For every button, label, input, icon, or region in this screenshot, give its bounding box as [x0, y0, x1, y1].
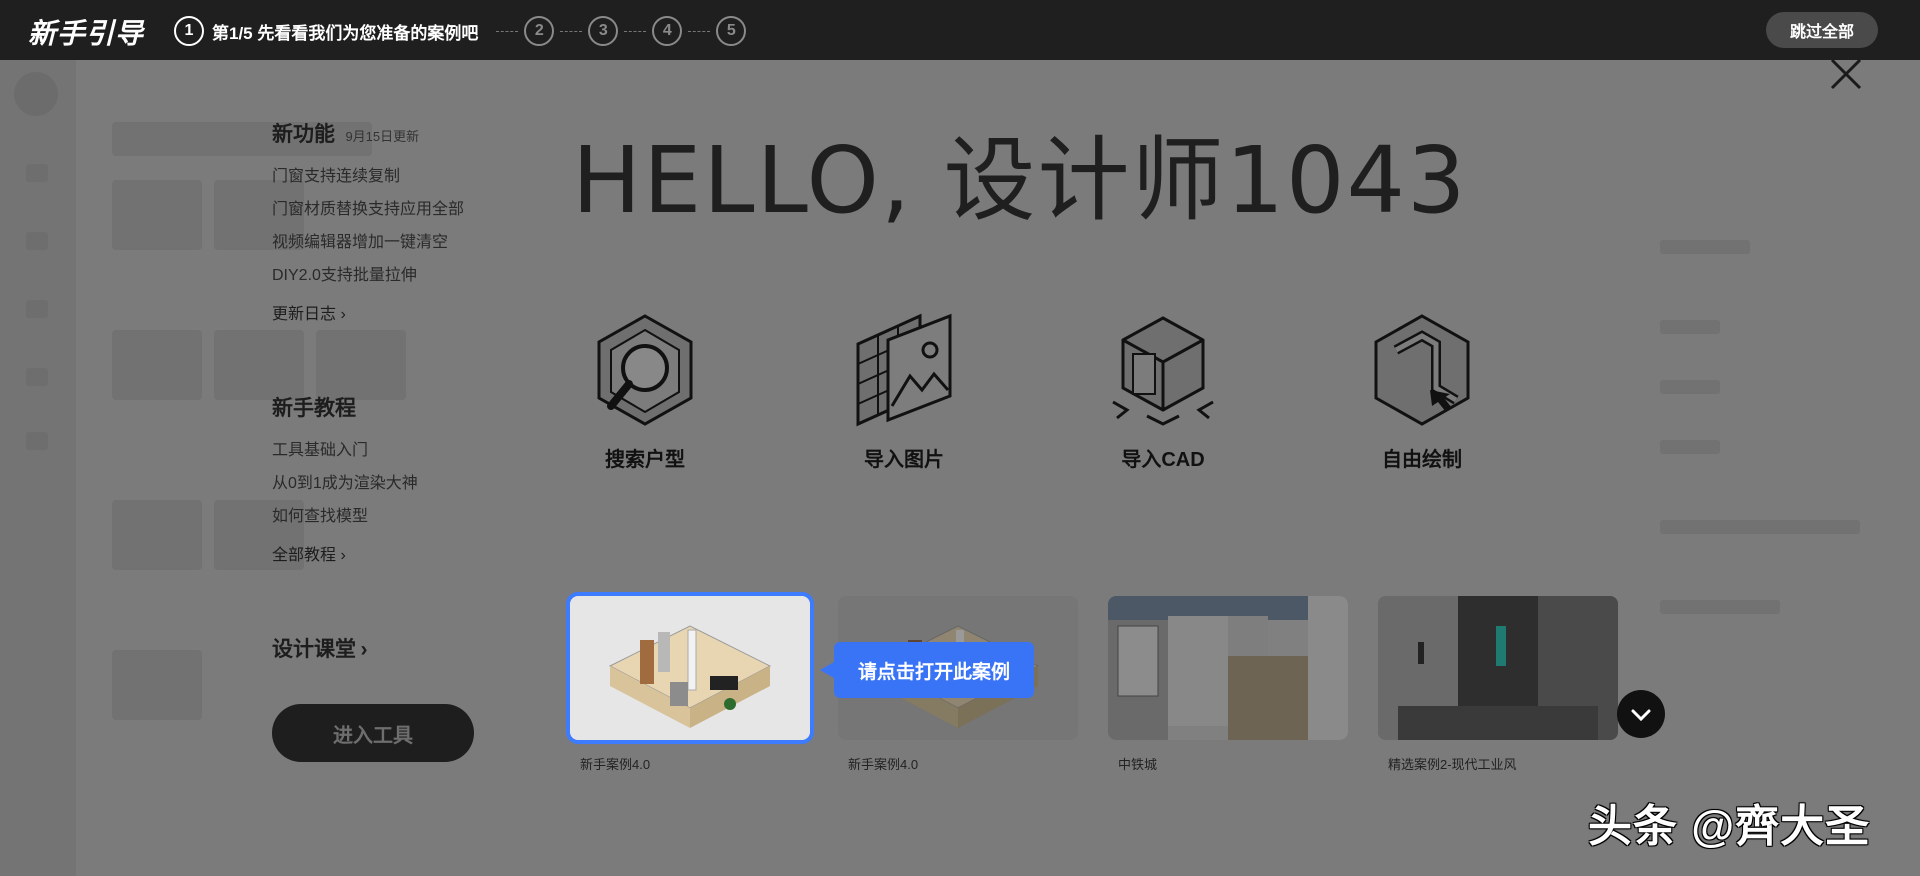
skip-all-button[interactable]: 跳过全部 — [1766, 12, 1878, 48]
tutorial-link[interactable]: 如何查找模型 — [272, 500, 502, 533]
case-card[interactable]: 中铁城 — [1108, 596, 1348, 773]
design-classroom-label: 设计课堂 — [272, 638, 356, 661]
case-card[interactable]: 精选案例2-现代工业风 — [1378, 596, 1618, 773]
watermark: 头条 @齊大圣 — [1588, 802, 1871, 851]
tutorial-link[interactable]: 工具基础入门 — [272, 434, 502, 467]
step-3-circle: 3 — [588, 16, 619, 46]
case-thumbnail[interactable] — [566, 592, 814, 744]
chevron-down-icon — [1631, 709, 1651, 722]
chevron-right-icon: › — [340, 306, 346, 323]
guide-title: 新手引导 — [28, 18, 145, 49]
import-image-label: 导入图片 — [864, 449, 944, 471]
step-indicator: 1 第1/5 先看看我们为您准备的案例吧 2 3 4 5 — [174, 16, 747, 46]
step-divider — [624, 30, 647, 32]
all-tutorials-label: 全部教程 — [272, 547, 337, 564]
case-name: 新手案例4.0 — [848, 757, 919, 772]
new-features-date: 9月15日更新 — [345, 129, 420, 144]
new-features-heading: 新功能 9月15日更新 — [272, 118, 502, 148]
import-cad-label: 导入CAD — [1121, 449, 1205, 471]
case-thumbnail[interactable] — [1108, 596, 1348, 740]
background-side-rail — [0, 60, 76, 876]
changelog-label: 更新日志 — [272, 306, 337, 323]
step-divider — [688, 30, 711, 32]
hello-greeting: HELLO, 设计师1043 — [572, 127, 1468, 234]
free-draw-label: 自由绘制 — [1382, 449, 1462, 471]
left-info-panel: 新功能 9月15日更新 门窗支持连续复制 门窗材质替换支持应用全部 视频编辑器增… — [272, 118, 502, 663]
onboarding-top-bar: 新手引导 1 第1/5 先看看我们为您准备的案例吧 2 3 4 5 跳过全部 — [0, 0, 1920, 60]
case-thumbnail[interactable] — [1378, 596, 1618, 740]
tutorial-link[interactable]: 从0到1成为渲染大神 — [272, 467, 502, 500]
all-tutorials-link[interactable]: 全部教程 › — [272, 541, 502, 565]
free-draw-icon — [1374, 314, 1470, 426]
case-name: 精选案例2-现代工业风 — [1388, 757, 1517, 772]
import-image-icon — [856, 313, 952, 427]
step-2-circle: 2 — [524, 16, 555, 46]
import-cad-icon — [1112, 316, 1214, 426]
step-divider — [560, 30, 583, 32]
new-features-title: 新功能 — [272, 123, 335, 146]
changelog-link[interactable]: 更新日志 › — [272, 300, 502, 324]
search-floorplan-action[interactable]: 搜索户型 — [565, 310, 725, 472]
case-name: 中铁城 — [1118, 757, 1158, 772]
step-1-text: 第1/5 先看看我们为您准备的案例吧 — [212, 23, 479, 43]
step-4-circle: 4 — [652, 16, 683, 46]
feature-link[interactable]: 门窗支持连续复制 — [272, 160, 502, 193]
step-5-circle: 5 — [716, 16, 747, 46]
case-name: 新手案例4.0 — [580, 757, 651, 772]
chevron-right-icon: › — [340, 547, 346, 564]
tutorials-title: 新手教程 — [272, 397, 356, 420]
import-image-action[interactable]: 导入图片 — [824, 310, 984, 472]
open-case-tooltip: 请点击打开此案例 — [820, 642, 1034, 698]
design-classroom-link[interactable]: 设计课堂 › — [272, 633, 502, 663]
free-draw-action[interactable]: 自由绘制 — [1342, 310, 1502, 472]
import-cad-action[interactable]: 导入CAD — [1083, 310, 1243, 472]
chevron-right-icon: › — [360, 638, 368, 661]
scroll-down-button[interactable] — [1617, 690, 1665, 738]
step-1-circle: 1 — [174, 16, 204, 46]
feature-link[interactable]: 门窗材质替换支持应用全部 — [272, 193, 502, 226]
enter-tool-button[interactable]: 进入工具 — [272, 704, 474, 762]
case-card[interactable]: 新手案例4.0 — [566, 592, 814, 773]
search-floorplan-label: 搜索户型 — [605, 449, 685, 471]
feature-link[interactable]: 视频编辑器增加一键清空 — [272, 226, 502, 259]
close-icon[interactable] — [1828, 56, 1864, 92]
feature-link[interactable]: DIY2.0支持批量拉伸 — [272, 259, 502, 292]
search-floorplan-icon — [597, 314, 693, 426]
step-divider — [496, 30, 519, 32]
